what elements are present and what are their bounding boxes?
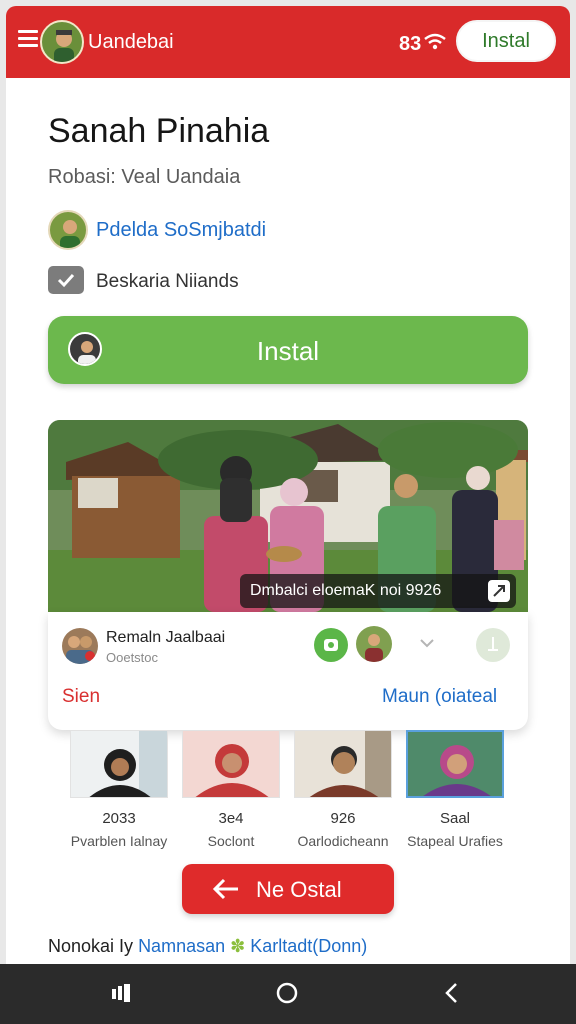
more-link[interactable]: Maun (oiateal xyxy=(382,686,497,708)
expand-icon[interactable] xyxy=(488,580,510,602)
person-value: Saal xyxy=(439,810,471,827)
person-photo xyxy=(182,730,280,798)
app-name: Uandebai xyxy=(88,31,174,53)
status-count: 83 xyxy=(399,33,422,55)
system-nav-bar xyxy=(0,964,576,1024)
see-link[interactable]: Sien xyxy=(62,686,100,708)
chevron-down-icon[interactable] xyxy=(418,636,436,650)
person-photo xyxy=(70,730,168,798)
post-card: Remaln Jaalbaai Ooetstoc Sien Maun (oiat… xyxy=(48,612,528,730)
person-label: Stapeal Urafies xyxy=(407,833,503,849)
developer-avatar[interactable] xyxy=(48,210,88,250)
camera-icon[interactable] xyxy=(314,628,348,662)
back-icon[interactable] xyxy=(440,981,464,1005)
category-icon xyxy=(48,266,84,294)
app-bar: Uandebai 83 Instal xyxy=(6,6,570,78)
install-button[interactable]: Instal xyxy=(48,316,551,384)
poster-subtext: Ooetstoc xyxy=(106,650,159,665)
header-install-button[interactable]: Instal xyxy=(456,20,556,62)
wifi-icon xyxy=(424,33,446,50)
footer-text: Nonokai Iy Namnasan ✽ Karltadt(Donn) xyxy=(48,936,367,957)
recent-apps-icon[interactable] xyxy=(110,981,134,1005)
app-avatar[interactable] xyxy=(40,20,84,64)
person-value: 926 xyxy=(330,810,356,827)
hamburger-icon[interactable] xyxy=(18,30,38,47)
person-card[interactable]: 926 Oarlodicheann xyxy=(294,730,392,849)
person-label: Pvarblen Ialnay xyxy=(70,833,168,849)
app-subtitle: Robasi: Veal Uandaia xyxy=(48,166,241,188)
poster-avatar[interactable] xyxy=(62,628,98,664)
person-photo xyxy=(294,730,392,798)
arrow-left-icon xyxy=(212,878,238,900)
footer-middle[interactable]: Namnasan xyxy=(138,936,225,956)
village-photo[interactable]: Dmbalci eloemaK noi 9926 xyxy=(48,420,528,612)
pin-icon[interactable] xyxy=(476,628,510,662)
person-card[interactable]: Saal Stapeal Urafies xyxy=(406,730,504,849)
photo-caption: Dmbalci eloemaK noi 9926 xyxy=(240,574,516,608)
footer-prefix: Nonokai Iy xyxy=(48,936,134,956)
person-value: 3e4 xyxy=(218,810,244,827)
user-avatar-small[interactable] xyxy=(356,626,392,662)
install-label: Instal xyxy=(256,336,320,366)
person-card[interactable]: 3e4 Soclont xyxy=(182,730,280,849)
flower-icon: ✽ xyxy=(230,936,246,956)
person-card[interactable]: 2033 Pvarblen Ialnay xyxy=(70,730,168,849)
person-label: Soclont xyxy=(207,833,255,849)
app-title: Sanah Pinahia xyxy=(48,112,270,150)
person-label: Oarlodicheann xyxy=(297,833,389,849)
person-value: 2033 xyxy=(102,810,136,827)
action-button-label: Ne Ostal xyxy=(256,877,342,902)
person-photo xyxy=(406,730,504,798)
developer-link[interactable]: Pdelda SoSmjbatdi xyxy=(96,219,266,242)
chevron-right-icon xyxy=(536,338,551,362)
footer-suffix[interactable]: Karltadt(Donn) xyxy=(250,936,367,956)
poster-name: Remaln Jaalbaai xyxy=(106,629,226,646)
app-category: Beskaria Niiands xyxy=(96,271,239,292)
action-button[interactable]: Ne Ostal xyxy=(182,864,394,914)
home-icon[interactable] xyxy=(275,981,299,1005)
